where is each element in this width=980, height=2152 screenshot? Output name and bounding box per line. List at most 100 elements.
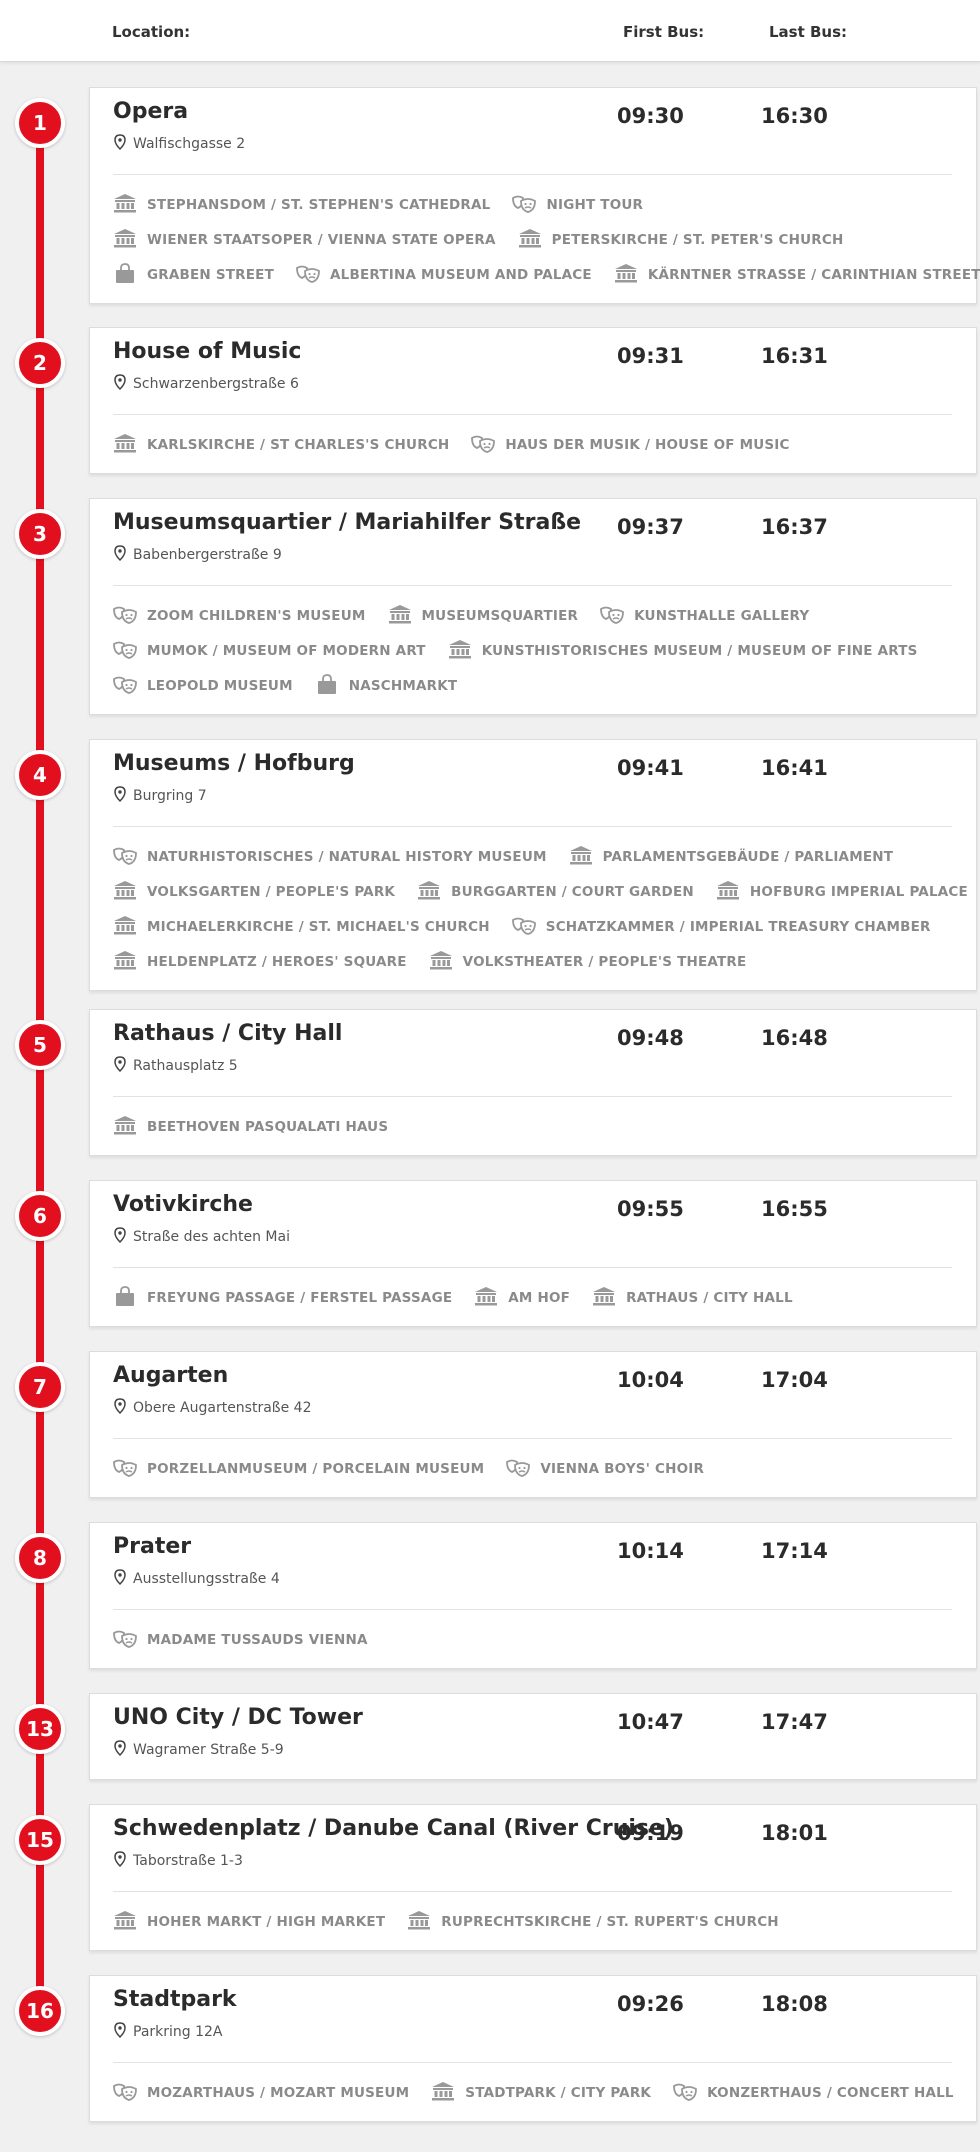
attraction-link[interactable]: HOFBURG IMPERIAL PALACE [716,880,968,903]
last-bus-time: 16:41 [761,756,828,780]
stop-number-badge: 5 [15,1020,65,1070]
first-bus-time: 09:48 [617,1026,684,1050]
attraction-link[interactable]: HAUS DER MUSIK / HOUSE OF MUSIC [471,433,789,456]
attraction-label: ALBERTINA MUSEUM AND PALACE [330,267,592,283]
attraction-label: STEPHANSDOM / ST. STEPHEN'S CATHEDRAL [147,197,491,213]
attraction-link[interactable]: BEETHOVEN PASQUALATI HAUS [113,1115,388,1138]
attractions-row: ZOOM CHILDREN'S MUSEUM MUSEUMSQUARTIER KUN… [113,604,831,626]
attraction-link[interactable]: ZOOM CHILDREN'S MUSEUM [113,604,366,627]
attraction-link[interactable]: MUSEUMSQUARTIER [388,604,579,627]
attraction-label: PETERSKIRCHE / ST. PETER'S CHURCH [551,232,844,248]
attraction-link[interactable]: MADAME TUSSAUDS VIENNA [113,1628,368,1651]
first-bus-time: 10:14 [617,1539,684,1563]
attraction-link[interactable]: KUNSTHALLE GALLERY [600,604,809,627]
stop-number-badge: 2 [15,338,65,388]
attraction-link[interactable]: GRABEN STREET [113,263,274,286]
attraction-link[interactable]: RUPRECHTSKIRCHE / ST. RUPERT'S CHURCH [407,1910,779,1933]
attraction-link[interactable]: BURGGARTEN / COURT GARDEN [417,880,694,903]
museum-icon [569,846,603,865]
attraction-link[interactable]: LEOPOLD MUSEUM [113,674,293,697]
attraction-link[interactable]: SCHATZKAMMER / IMPERIAL TREASURY CHAMBER [511,915,931,938]
museum-icon [113,194,147,213]
stop-card[interactable]: Votivkirche Straße des achten Mai 09:55 16:… [89,1180,977,1327]
stop-card[interactable]: Museums / Hofburg Burgring 7 09:41 16:41 NAT… [89,739,977,991]
last-bus-time: 17:04 [761,1368,828,1392]
attraction-link[interactable]: VOLKSGARTEN / PEOPLE'S PARK [113,880,395,903]
attraction-link[interactable]: KONZERTHAUS / CONCERT HALL [673,2081,954,2104]
attraction-link[interactable]: STEPHANSDOM / ST. STEPHEN'S CATHEDRAL [113,193,490,216]
attraction-link[interactable]: NASCHMARKT [315,674,458,697]
stop-address: Taborstraße 1-3 [113,1851,243,1869]
stop-card[interactable]: Augarten Obere Augartenstraße 42 10:04 17:0… [89,1351,977,1498]
attraction-label: MADAME TUSSAUDS VIENNA [147,1632,368,1648]
attraction-label: LEOPOLD MUSEUM [147,678,293,694]
attraction-link[interactable]: MICHAELERKIRCHE / ST. MICHAEL'S CHURCH [113,915,490,938]
stop-card[interactable]: Opera Walfischgasse 2 09:30 16:30 STEPHANSDO… [89,87,980,304]
location-column-label: Location: [112,23,191,41]
attraction-link[interactable]: WIENER STAATSOPER / VIENNA STATE OPERA [113,228,496,251]
attraction-link[interactable]: RATHAUS / CITY HALL [592,1286,793,1309]
attraction-link[interactable]: KÄRNTNER STRASSE / CARINTHIAN STREET [614,263,980,286]
stop-card[interactable]: Prater Ausstellungsstraße 4 10:14 17:14 MADA… [89,1522,977,1669]
shopping-bag-icon [113,263,147,283]
location-pin-icon [114,1740,126,1756]
stop-card[interactable]: Rathaus / City Hall Rathausplatz 5 09:48 16… [89,1009,977,1156]
first-bus-time: 10:04 [617,1368,684,1392]
stop-card[interactable]: UNO City / DC Tower Wagramer Straße 5-9 10… [89,1693,977,1780]
stop-card[interactable]: Schwedenplatz / Danube Canal (River Crui… [89,1804,977,1951]
attraction-link[interactable]: HOHER MARKT / HIGH MARKET [113,1910,385,1933]
attraction-link[interactable]: NATURHISTORISCHES / NATURAL HISTORY MUSE… [113,845,547,868]
attraction-label: RATHAUS / CITY HALL [626,1290,793,1306]
attraction-label: PORZELLANMUSEUM / PORCELAIN MUSEUM [147,1461,485,1477]
attraction-link[interactable]: KUNSTHISTORISCHES MUSEUM / MUSEUM OF FIN… [448,639,918,662]
stop-name: Museums / Hofburg [113,751,355,776]
attraction-link[interactable]: HELDENPLATZ / HEROES' SQUARE [113,950,407,973]
stop-card[interactable]: Stadtpark Parkring 12A 09:26 18:08 MOZARTHAU… [89,1975,977,2122]
stop-card[interactable]: Museumsquartier / Mariahilfer Straße Babe… [89,498,977,715]
attraction-link[interactable]: PETERSKIRCHE / ST. PETER'S CHURCH [518,228,844,251]
stop-address: Burgring 7 [113,786,207,804]
attraction-link[interactable]: NIGHT TOUR [512,193,643,216]
attraction-link[interactable]: AM HOF [474,1286,570,1309]
attraction-label: KARLSKIRCHE / ST CHARLES'S CHURCH [147,437,450,453]
attractions-row: NATURHISTORISCHES / NATURAL HISTORY MUSE… [113,845,915,867]
stop-address: Walfischgasse 2 [113,134,245,152]
stop-card[interactable]: House of Music Schwarzenbergstraße 6 09:31… [89,327,977,474]
attractions-row: LEOPOLD MUSEUM NASCHMARKT [113,674,479,696]
attraction-label: HOHER MARKT / HIGH MARKET [147,1914,386,1930]
shopping-bag-icon [315,674,349,694]
stop-number-badge: 3 [15,509,65,559]
stop-name: Opera [113,99,189,124]
attraction-link[interactable]: MOZARTHAUS / MOZART MUSEUM [113,2081,409,2104]
attraction-label: AM HOF [508,1290,571,1306]
attraction-link[interactable]: VOLKSTHEATER / PEOPLE'S THEATRE [429,950,747,973]
attraction-link[interactable]: FREYUNG PASSAGE / FERSTEL PASSAGE [113,1286,452,1309]
attraction-link[interactable]: KARLSKIRCHE / ST CHARLES'S CHURCH [113,433,449,456]
attraction-link[interactable]: VIENNA BOYS' CHOIR [506,1457,704,1480]
museum-icon [113,434,147,453]
last-bus-time: 16:31 [761,344,828,368]
first-bus-time: 09:55 [617,1197,684,1221]
theatre-masks-icon [296,265,330,283]
attraction-link[interactable]: STADTPARK / CITY PARK [431,2081,651,2104]
attraction-link[interactable]: MUMOK / MUSEUM OF MODERN ART [113,639,426,662]
attraction-link[interactable]: PARLAMENTSGEBÄUDE / PARLIAMENT [569,845,894,868]
last-bus-time: 16:30 [761,104,828,128]
first-bus-time: 09:37 [617,515,684,539]
last-bus-time: 18:01 [761,1821,828,1845]
theatre-masks-icon [113,2083,147,2101]
theatre-masks-icon [113,676,147,694]
stop-number-badge: 1 [15,98,65,148]
attraction-link[interactable]: ALBERTINA MUSEUM AND PALACE [296,263,592,286]
last-bus-time: 16:55 [761,1197,828,1221]
stop-number-badge: 15 [15,1815,65,1865]
attraction-label: HELDENPLATZ / HEROES' SQUARE [147,954,407,970]
attraction-label: GRABEN STREET [147,267,275,283]
museum-icon [113,229,147,248]
stop-name: Rathaus / City Hall [113,1021,343,1046]
attractions-row: GRABEN STREET ALBERTINA MUSEUM AND PALACE… [113,263,980,285]
attraction-link[interactable]: PORZELLANMUSEUM / PORCELAIN MUSEUM [113,1457,484,1480]
museum-icon [113,881,147,900]
location-pin-icon [114,1227,126,1243]
attraction-label: NIGHT TOUR [546,197,644,213]
